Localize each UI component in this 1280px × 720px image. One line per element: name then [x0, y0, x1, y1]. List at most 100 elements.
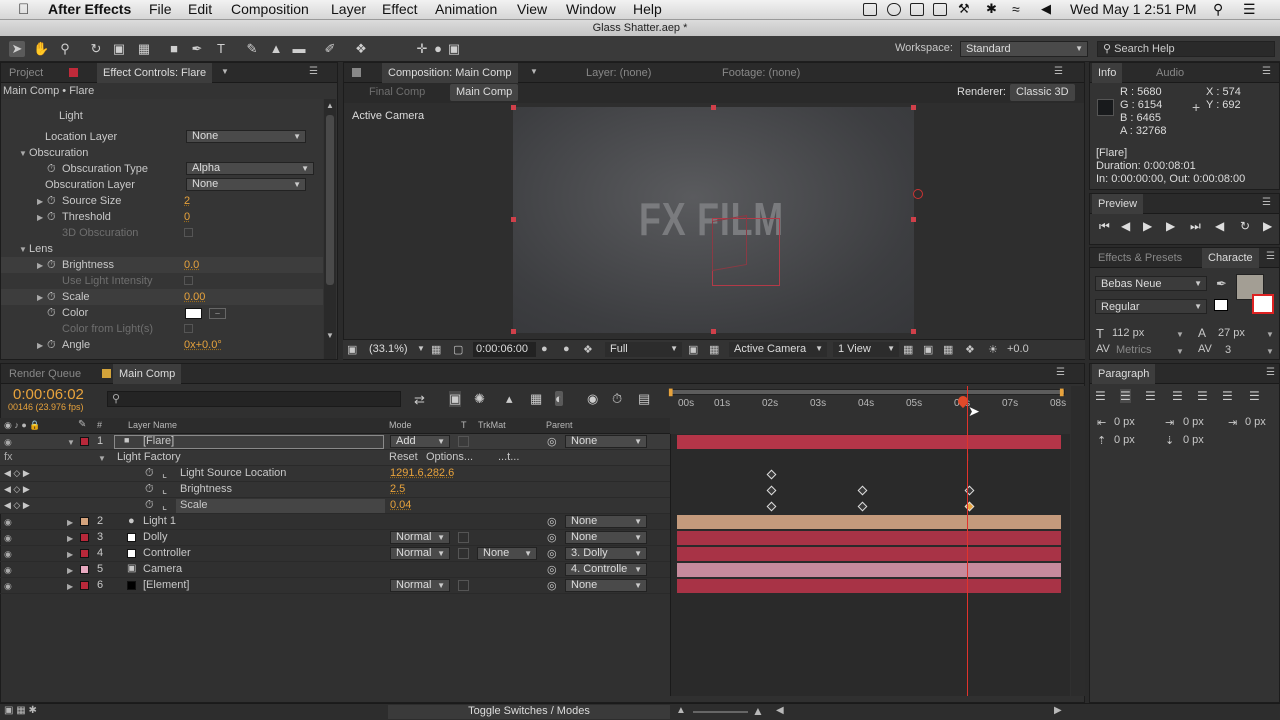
chevron-down-icon[interactable]: ▼	[1176, 330, 1184, 339]
stopwatch-icon[interactable]: ⏱	[47, 339, 56, 352]
eyedropper-icon[interactable]: ✒	[1216, 276, 1227, 292]
white-swatch[interactable]	[1214, 299, 1228, 311]
menu-layer[interactable]: Layer	[331, 1, 366, 17]
collapse-triangle-icon[interactable]: ▶	[37, 197, 43, 206]
transform-handle[interactable]	[711, 329, 716, 334]
graph-icon[interactable]: ⌞	[162, 483, 167, 496]
blend-mode-dropdown[interactable]: Add ▼	[390, 435, 450, 448]
effect-about-link[interactable]: ...t...	[498, 451, 519, 463]
layer-bar-flare[interactable]	[677, 435, 1061, 449]
rectangle-tool-icon[interactable]: ■	[166, 41, 182, 57]
type-tool-icon[interactable]: T	[213, 41, 229, 57]
track-matte-dropdown[interactable]: None ▼	[477, 547, 537, 560]
ram-preview-icon[interactable]: ▶	[1263, 219, 1272, 233]
shy-layers-icon[interactable]: ▴	[506, 391, 513, 407]
panel-menu-icon[interactable]: ☰	[1266, 367, 1275, 378]
comp-mini-flowchart-icon[interactable]: ⇄	[414, 392, 425, 408]
label-color-swatch[interactable]	[80, 565, 89, 574]
parent-dropdown[interactable]: None ▼	[565, 515, 647, 528]
zoom-in-icon[interactable]: ▲	[752, 704, 764, 718]
chevron-down-icon[interactable]: ▼	[530, 67, 538, 76]
pick-whip-icon[interactable]: ◎	[547, 563, 557, 576]
keyframe-navigator-icon[interactable]: ◀ ◇ ▶	[4, 500, 30, 511]
layer-name[interactable]: [Flare]	[143, 435, 174, 447]
snapshot-icon[interactable]: ●	[541, 343, 548, 355]
layer-name[interactable]: Controller	[143, 547, 191, 559]
label-color-swatch[interactable]	[80, 437, 89, 446]
menu-composition[interactable]: Composition	[231, 1, 309, 17]
effect-name[interactable]: Light Factory	[117, 451, 181, 463]
property-row-brightness[interactable]: ◀ ◇ ▶ ⏱ ⌞ Brightness 2.5	[0, 482, 670, 498]
tab-info[interactable]: Info	[1092, 63, 1123, 83]
loop-icon[interactable]: ↻	[1240, 219, 1250, 233]
source-size-value[interactable]: 2	[184, 195, 190, 207]
panel-menu-icon[interactable]: ☰	[1266, 251, 1275, 262]
show-snapshot-icon[interactable]: ●	[563, 343, 570, 355]
toggle-pixel-aspect-icon[interactable]: ▦	[903, 343, 913, 356]
transform-handle[interactable]	[911, 329, 916, 334]
first-frame-icon[interactable]: ⏮	[1099, 219, 1110, 234]
pick-whip-icon[interactable]: ◎	[547, 579, 557, 592]
fx-icon[interactable]: fx	[4, 451, 13, 463]
timeline-search-input[interactable]: ⚲	[107, 391, 401, 407]
chevron-down-icon[interactable]: ▼	[1266, 330, 1274, 339]
scroll-up-icon[interactable]: ▲	[326, 101, 334, 110]
stopwatch-icon[interactable]: ⏱	[47, 195, 56, 208]
collapse-triangle-icon[interactable]: ▶	[67, 566, 73, 575]
chevron-down-icon[interactable]: ▼	[417, 344, 425, 353]
clone-stamp-tool-icon[interactable]: ▲	[268, 41, 284, 57]
title-safe-icon[interactable]: ▦	[431, 343, 441, 356]
brainstorm-icon[interactable]: ◉	[587, 391, 598, 407]
menu-edit[interactable]: Edit	[188, 1, 212, 17]
keyframe[interactable]	[857, 501, 868, 512]
label-color-swatch[interactable]	[80, 549, 89, 558]
tracking-value[interactable]: 3	[1225, 344, 1231, 356]
light-source-target-icon[interactable]	[913, 189, 923, 199]
bluetooth-icon[interactable]: ✱	[986, 1, 997, 17]
obscuration-type-dropdown[interactable]: Alpha ▼	[186, 162, 314, 175]
workspace-dropdown[interactable]: Standard ▼	[960, 41, 1088, 57]
screen-record-icon[interactable]	[863, 3, 877, 16]
blend-mode-dropdown[interactable]: Normal ▼	[390, 547, 450, 560]
work-area-start-icon[interactable]: ▮	[668, 387, 674, 398]
stopwatch-icon[interactable]: ⏱	[145, 483, 154, 496]
align-right-icon[interactable]: ☰	[1145, 389, 1156, 403]
previous-frame-icon[interactable]: ◀	[1121, 219, 1130, 233]
font-family-dropdown[interactable]: Bebas Neue ▼	[1095, 276, 1207, 291]
collapse-triangle-icon[interactable]: ▶	[37, 261, 43, 270]
collapse-triangle-icon[interactable]: ▶	[37, 293, 43, 302]
channel-icon[interactable]: ❖	[583, 343, 593, 356]
mode-header[interactable]: Mode	[389, 420, 412, 430]
timeline-track-area[interactable]: I	[670, 386, 1070, 696]
display-icon[interactable]	[933, 3, 947, 16]
collapse-triangle-icon[interactable]: ▶	[67, 550, 73, 559]
preserve-transparency-checkbox[interactable]	[458, 580, 469, 591]
layer-name[interactable]: Camera	[143, 563, 182, 575]
parent-dropdown[interactable]: None ▼	[565, 579, 647, 592]
timeline-icon[interactable]: ▦	[943, 343, 953, 356]
motion-blur-icon[interactable]: ◐	[555, 391, 563, 406]
keyframe[interactable]	[857, 485, 868, 496]
toggle-switches-modes-button[interactable]: Toggle Switches / Modes	[388, 705, 670, 719]
graph-editor-icon[interactable]: ▤	[638, 391, 650, 407]
visibility-eye-icon[interactable]: ◉	[4, 581, 12, 592]
zoom-dropdown[interactable]: (33.1%)	[369, 343, 408, 355]
preserve-transparency-checkbox[interactable]	[458, 532, 469, 543]
scroll-left-icon[interactable]: ◀	[776, 705, 784, 716]
zoom-out-icon[interactable]: ▲	[676, 705, 686, 716]
keyframe-navigator-icon[interactable]: ◀ ◇ ▶	[4, 484, 30, 495]
parent-dropdown[interactable]: None ▼	[565, 531, 647, 544]
current-time-field[interactable]: 0:00:06:00	[473, 342, 536, 357]
last-frame-icon[interactable]: ⏭	[1190, 219, 1201, 234]
menu-file[interactable]: File	[149, 1, 172, 17]
visibility-eye-icon[interactable]: ◉	[4, 437, 12, 448]
stopwatch-icon[interactable]: ⏱	[47, 163, 56, 176]
tab-render-queue[interactable]: Render Queue	[3, 364, 87, 384]
transform-handle[interactable]	[711, 105, 716, 110]
auto-keyframe-icon[interactable]: ⏱	[612, 391, 622, 407]
font-size-value[interactable]: 112 px	[1112, 327, 1144, 339]
property-value[interactable]: 0.04	[390, 499, 411, 511]
layer-bar-controller[interactable]	[677, 547, 1061, 561]
blend-mode-dropdown[interactable]: Normal ▼	[390, 579, 450, 592]
renderer-button[interactable]: Classic 3D	[1010, 84, 1075, 101]
